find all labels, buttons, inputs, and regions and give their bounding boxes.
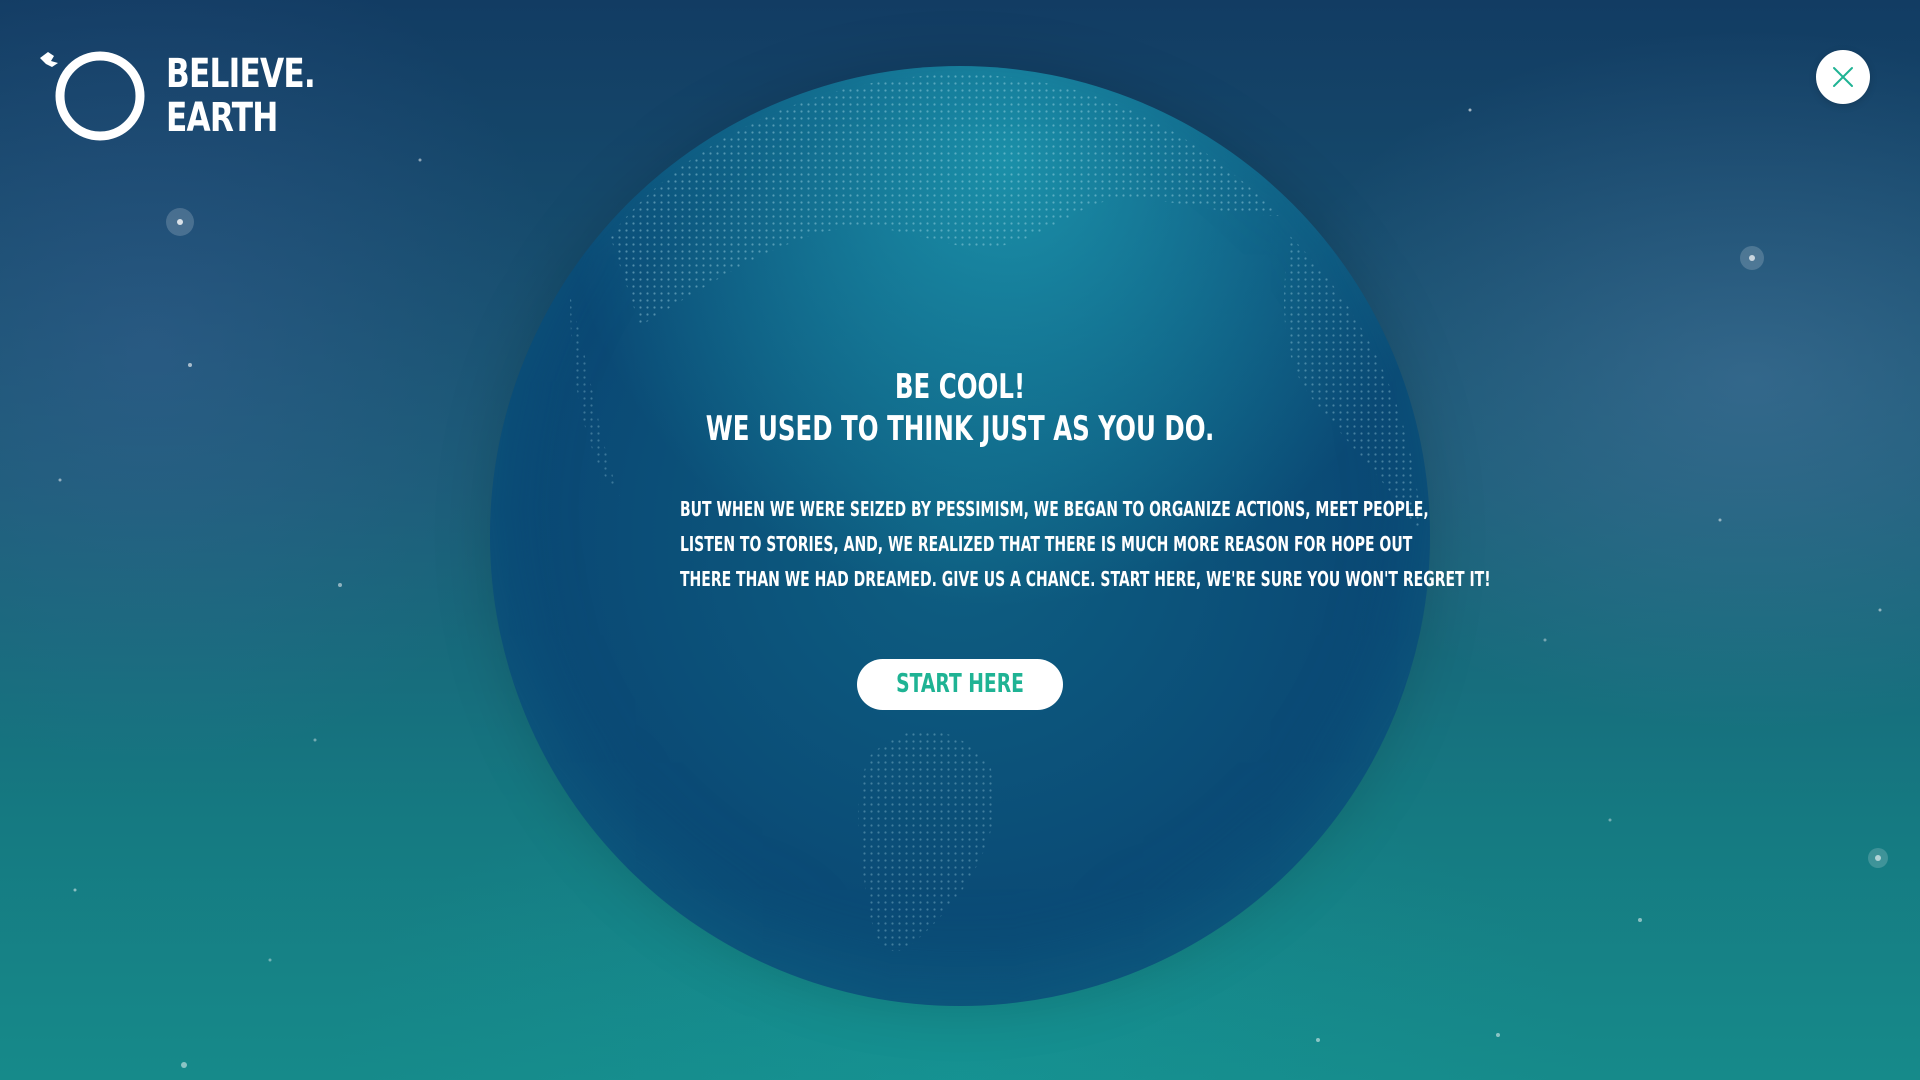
body-line3: THERE THAN WE HAD DREAMED. GIVE US A CHA… [680,567,1491,591]
circle-dove-icon [40,51,145,141]
body-line2: LISTEN TO STORIES, AND, WE REALIZED THAT… [680,532,1413,556]
body-line1: BUT WHEN WE WERE SEIZED BY PESSIMISM, WE… [680,497,1429,521]
headline-line2: WE USED TO THINK JUST AS YOU DO. [705,409,1215,449]
logo-wordmark: BELIEVE. EARTH [166,51,316,141]
logo-line2: EARTH [166,95,278,141]
start-here-button[interactable]: START HERE [857,659,1063,710]
intro-dialog: BE COOL! WE USED TO THINK JUST AS YOU DO… [560,366,1491,597]
believe-earth-logo[interactable]: BELIEVE. EARTH [38,48,316,148]
close-button[interactable] [1816,50,1870,104]
close-icon [1833,67,1853,87]
dialog-body: BUT WHEN WE WERE SEIZED BY PESSIMISM, WE… [680,492,1491,597]
logo-line1: BELIEVE. [166,51,316,97]
start-here-label: START HERE [896,669,1024,699]
dialog-headline: BE COOL! WE USED TO THINK JUST AS YOU DO… [672,366,1248,450]
headline-line1: BE COOL! [894,367,1026,407]
